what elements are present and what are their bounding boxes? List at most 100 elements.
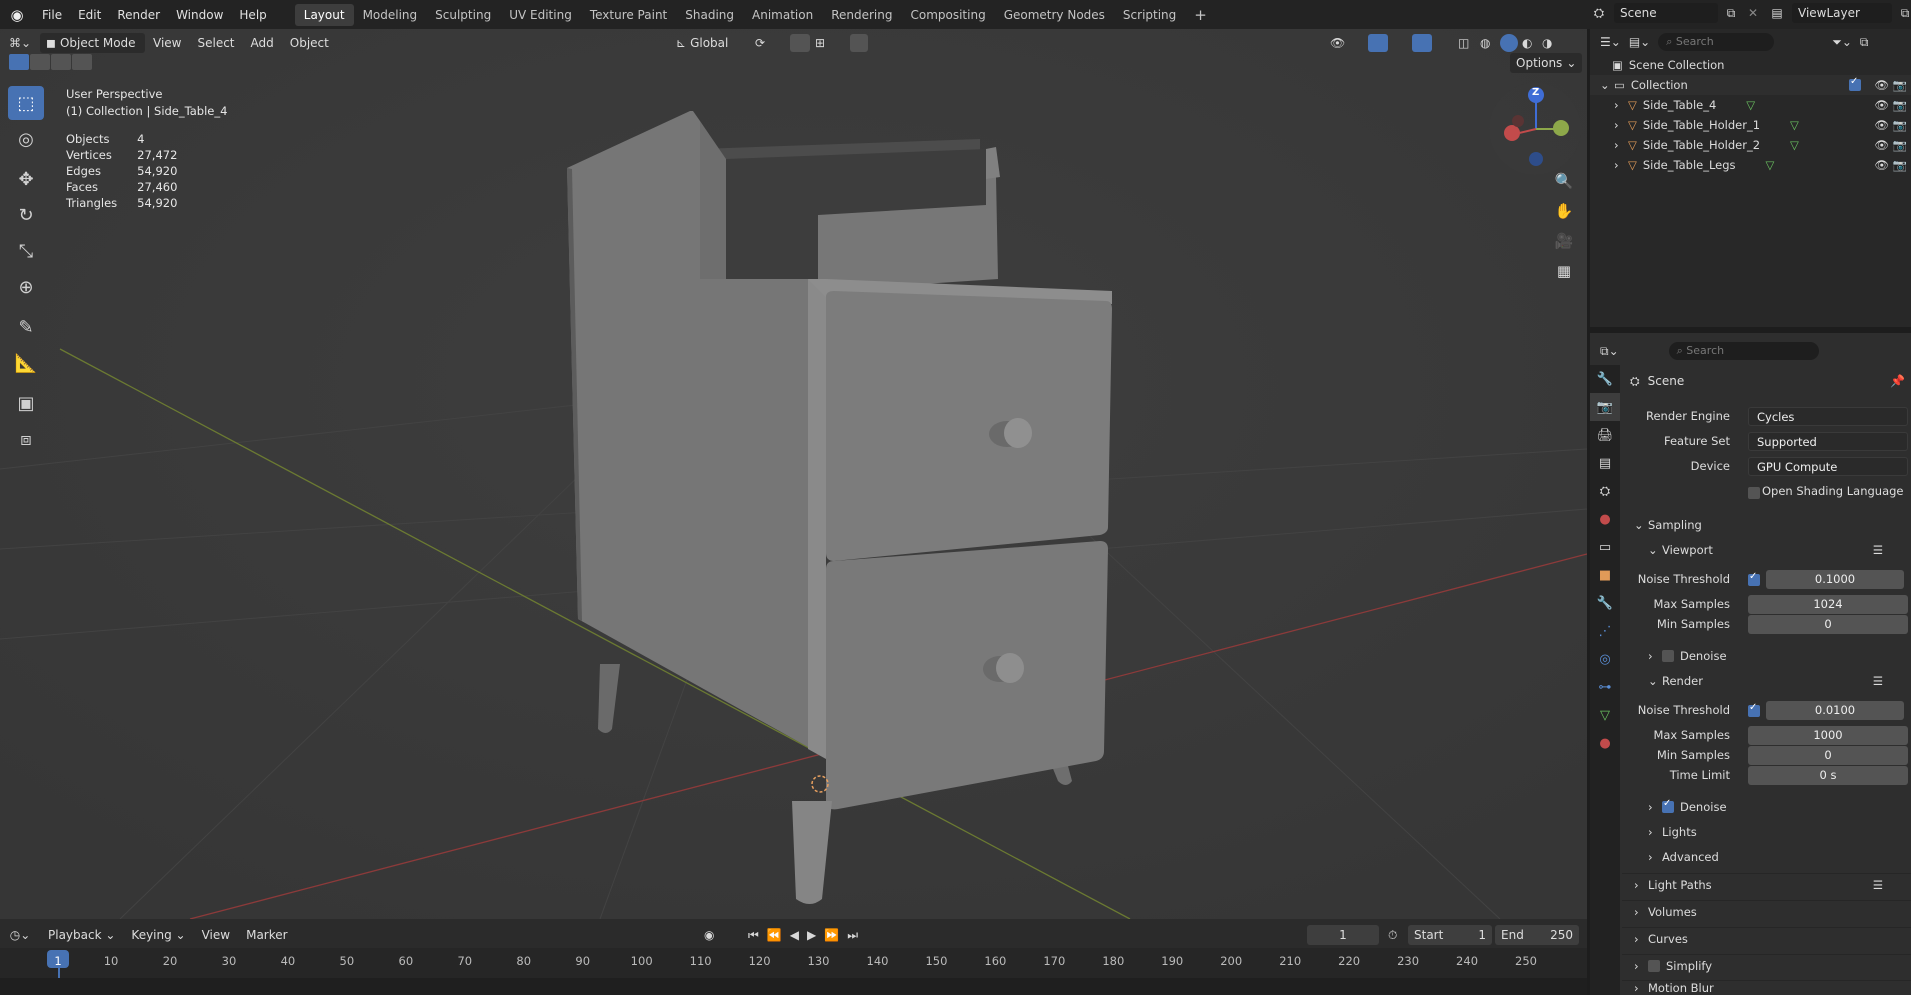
end-frame-field[interactable]: End 250	[1495, 925, 1579, 945]
properties-search-input[interactable]: ⌕ Search	[1668, 342, 1819, 360]
pin-icon[interactable]: 📌	[1890, 374, 1905, 388]
noise-threshold-checkbox[interactable]	[1748, 702, 1760, 717]
chevron-right-icon[interactable]: ›	[1614, 138, 1628, 152]
menu-file[interactable]: File	[34, 4, 70, 26]
camera-icon[interactable]: 🎥	[1549, 226, 1579, 256]
material-tab-icon[interactable]: ●	[1590, 729, 1620, 757]
max-samples-field[interactable]: 1000	[1748, 726, 1908, 745]
device-dropdown[interactable]: GPU Compute	[1748, 457, 1908, 476]
stopwatch-icon[interactable]: ⏱	[1388, 928, 1397, 943]
rotate-icon[interactable]: ↻	[8, 198, 44, 232]
timeline-editor-icon[interactable]: ◷⌄	[0, 928, 40, 942]
tab-modeling[interactable]: Modeling	[354, 4, 427, 26]
osl-row[interactable]: Open Shading Language	[1622, 481, 1911, 503]
camera-icon[interactable]: 📷	[1893, 158, 1907, 172]
list-icon[interactable]: ☰	[1873, 674, 1883, 688]
orientation-selector[interactable]: ⊾ Global	[670, 33, 746, 53]
camera-icon[interactable]: 📷	[1893, 78, 1907, 92]
eye-icon[interactable]: 👁	[1874, 78, 1889, 92]
object-tab-icon[interactable]: ■	[1590, 561, 1620, 589]
tab-uv-editing[interactable]: UV Editing	[500, 4, 581, 26]
menu-view[interactable]: View	[194, 925, 238, 945]
prev-keyframe-icon[interactable]: ⏪	[767, 928, 782, 943]
next-keyframe-icon[interactable]: ⏩	[824, 928, 839, 943]
overlay-toggle-icon[interactable]	[1412, 34, 1432, 52]
wireframe-shading-icon[interactable]: ◍	[1480, 36, 1490, 50]
chevron-down-icon[interactable]: ⌄	[1600, 78, 1614, 92]
tab-sculpting[interactable]: Sculpting	[426, 4, 500, 26]
gizmo-toggle-icon[interactable]	[1368, 34, 1388, 52]
chevron-right-icon[interactable]: ›	[1614, 158, 1628, 172]
min-samples-field[interactable]: 0	[1748, 746, 1908, 765]
blender-logo-icon[interactable]: ◉	[0, 6, 34, 24]
scene-tab-icon[interactable]: ⛭	[1590, 477, 1620, 505]
viewport-subpanel[interactable]: ⌄ Viewport ☰	[1622, 539, 1911, 561]
frame-ruler[interactable]: 1 10 20 30 40 50 60 70 80 90 100 110 120 130 140 150 160…	[0, 948, 1587, 994]
camera-icon[interactable]: 📷	[1893, 138, 1907, 152]
material-shading-icon[interactable]: ◐	[1522, 36, 1532, 50]
eye-icon[interactable]: 👁	[1874, 98, 1889, 112]
select-box-icon[interactable]: ⬚	[8, 86, 44, 120]
new-collection-icon[interactable]: ⧉	[1860, 35, 1869, 50]
denoise-checkbox[interactable]	[1662, 650, 1674, 662]
cursor-icon[interactable]: ◎	[8, 122, 44, 156]
properties-editor-icon[interactable]: ⧉⌄	[1600, 344, 1619, 359]
play-icon[interactable]: ▶	[807, 928, 816, 943]
menu-render[interactable]: Render	[109, 4, 168, 26]
noise-threshold-field[interactable]: 0.1000	[1766, 570, 1904, 589]
visibility-icon[interactable]: 👁	[1330, 36, 1345, 50]
menu-select[interactable]: Select	[189, 33, 242, 53]
mode-selector[interactable]: ◼ Object Mode	[40, 33, 145, 53]
output-tab-icon[interactable]: 🖨	[1590, 421, 1620, 449]
move-icon[interactable]: ✥	[8, 162, 44, 196]
outliner-item[interactable]: › ▽ Side_Table_Legs ▽ 👁 📷	[1590, 155, 1911, 175]
solid-shading-icon[interactable]	[1500, 34, 1518, 52]
menu-marker[interactable]: Marker	[238, 925, 295, 945]
time-limit-field[interactable]: 0 s	[1748, 766, 1908, 785]
extrude-icon[interactable]: ⧈	[8, 422, 44, 456]
pivot-icon[interactable]: ⟳	[755, 36, 765, 50]
jump-start-icon[interactable]: ⏮	[748, 928, 759, 943]
tool-tab-icon[interactable]: 🔧	[1590, 365, 1620, 393]
curves-panel[interactable]: › Curves	[1622, 927, 1911, 949]
advanced-subpanel[interactable]: › Advanced	[1622, 846, 1911, 868]
outliner-item[interactable]: › ▽ Side_Table_4 ▽ 👁 📷	[1590, 95, 1911, 115]
camera-icon[interactable]: 📷	[1893, 98, 1907, 112]
volumes-panel[interactable]: › Volumes	[1622, 900, 1911, 922]
zoom-icon[interactable]: 🔍	[1549, 166, 1579, 196]
jump-end-icon[interactable]: ⏭	[847, 928, 858, 943]
tab-shading[interactable]: Shading	[676, 4, 743, 26]
menu-playback[interactable]: Playback ⌄	[40, 925, 123, 945]
scene-collection-row[interactable]: ▣ Scene Collection	[1590, 55, 1911, 75]
tab-geometry-nodes[interactable]: Geometry Nodes	[995, 4, 1114, 26]
world-tab-icon[interactable]: ●	[1590, 505, 1620, 533]
add-workspace-button[interactable]: +	[1185, 4, 1216, 26]
rendered-shading-icon[interactable]: ◑	[1542, 36, 1552, 50]
outliner-item[interactable]: › ▽ Side_Table_Holder_2 ▽ 👁 📷	[1590, 135, 1911, 155]
exclude-checkbox[interactable]	[1849, 76, 1861, 91]
render-tab-icon[interactable]: 📷	[1590, 393, 1620, 421]
pan-hand-icon[interactable]: ✋	[1549, 196, 1579, 226]
v-denoise-subpanel[interactable]: › Denoise	[1622, 645, 1911, 667]
data-tab-icon[interactable]: ▽	[1590, 701, 1620, 729]
min-samples-field[interactable]: 0	[1748, 615, 1908, 634]
max-samples-field[interactable]: 1024	[1748, 595, 1908, 614]
transform-icon[interactable]: ⊕	[8, 270, 44, 304]
display-mode-icon[interactable]: ▤⌄	[1629, 35, 1650, 49]
outliner-search-input[interactable]: ⌕ Search	[1658, 33, 1775, 51]
measure-icon[interactable]: 📐	[8, 346, 44, 380]
proportional-edit-icon[interactable]	[850, 34, 868, 52]
motion-blur-panel[interactable]: › Motion Blur	[1622, 980, 1911, 995]
annotate-icon[interactable]: ✎	[8, 310, 44, 344]
tab-scripting[interactable]: Scripting	[1114, 4, 1185, 26]
tab-animation[interactable]: Animation	[743, 4, 822, 26]
eye-icon[interactable]: 👁	[1874, 138, 1889, 152]
light-paths-panel[interactable]: › Light Paths ☰	[1622, 873, 1911, 895]
collection-tab-icon[interactable]: ▭	[1590, 533, 1620, 561]
view-layer-selector[interactable]: ViewLayer	[1792, 3, 1892, 23]
noise-threshold-checkbox[interactable]	[1748, 571, 1760, 586]
feature-set-dropdown[interactable]: Supported	[1748, 432, 1908, 451]
auto-keying-icon[interactable]: ◉	[704, 928, 714, 942]
physics-tab-icon[interactable]: ◎	[1590, 645, 1620, 673]
delete-scene-icon[interactable]: ✕	[1744, 6, 1762, 20]
